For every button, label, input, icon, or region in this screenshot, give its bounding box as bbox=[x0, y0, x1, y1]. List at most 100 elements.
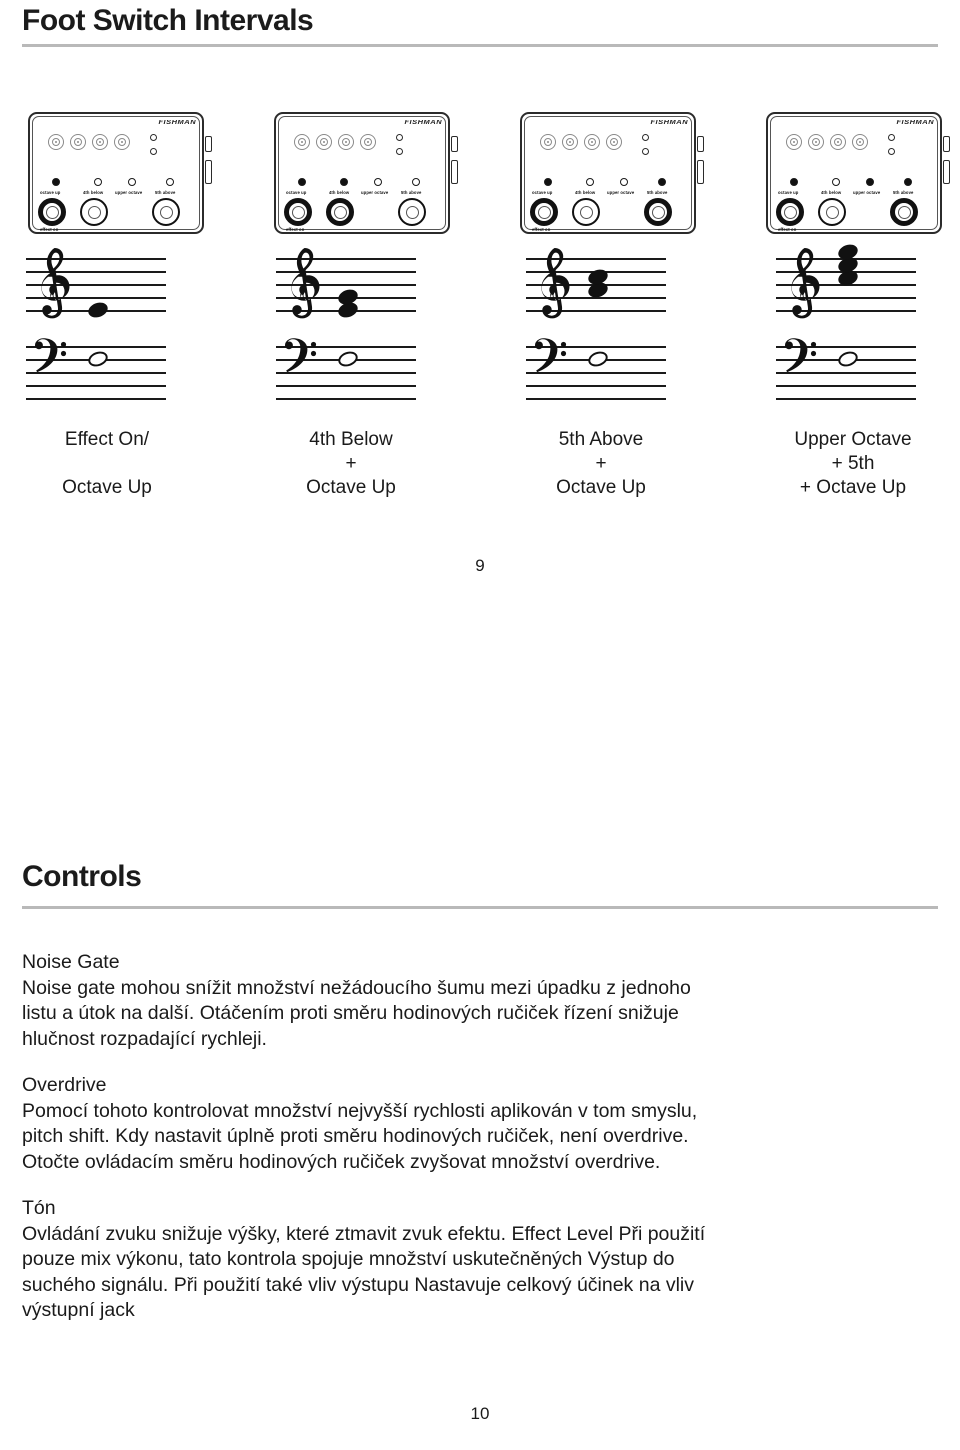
led-fourth-below bbox=[586, 178, 594, 186]
noise-gate-block: Noise Gate Noise gate mohou snížit množs… bbox=[22, 950, 722, 1052]
caption-line-1: 5th Above bbox=[558, 429, 644, 450]
led-fifth-above bbox=[412, 178, 420, 186]
label-effect-on: effect on bbox=[286, 227, 305, 232]
label-octave-up: octave up bbox=[286, 190, 307, 195]
pedal-side-jack-top bbox=[697, 136, 704, 152]
caption-line-2: + bbox=[595, 453, 607, 474]
bass-notehead bbox=[336, 349, 360, 369]
led-fifth-above bbox=[166, 178, 174, 186]
pedal-side-jack-bottom bbox=[943, 160, 950, 184]
footswitch-fourth-below[interactable] bbox=[818, 198, 846, 226]
treble-clef-icon bbox=[791, 248, 820, 319]
interval-caption-2: 4th Below + Octave Up bbox=[236, 428, 466, 500]
footswitch-fifth-above[interactable] bbox=[398, 198, 426, 226]
status-led-top bbox=[888, 134, 895, 141]
treble-clef-icon bbox=[291, 248, 320, 319]
led-fifth-above bbox=[658, 178, 666, 186]
pedal-2: FISHMAN octave up 4th below upper octave 5th… bbox=[268, 108, 458, 238]
label-octave-up: octave up bbox=[40, 190, 61, 195]
controls-title: Controls bbox=[22, 860, 142, 893]
footswitch-fourth-below[interactable] bbox=[326, 198, 354, 226]
noise-gate-title: Noise Gate bbox=[22, 951, 120, 973]
led-upper-octave bbox=[866, 178, 874, 186]
tone-body: Ovládání zvuku snižuje výšky, které ztma… bbox=[22, 1222, 706, 1322]
label-upper-octave: upper octave bbox=[115, 190, 143, 195]
pedal-jack-3 bbox=[338, 134, 354, 150]
staff-line bbox=[26, 385, 166, 387]
led-fifth-above bbox=[904, 178, 912, 186]
pedal-jack-1 bbox=[540, 134, 556, 150]
bass-notehead bbox=[836, 349, 860, 369]
bass-clef-icon bbox=[285, 338, 317, 373]
fishman-logo: FISHMAN bbox=[158, 120, 196, 126]
foot-switch-title: Foot Switch Intervals bbox=[22, 4, 314, 37]
treble-clef-icon bbox=[541, 248, 570, 319]
footswitch-fifth-above[interactable] bbox=[644, 198, 672, 226]
caption-line-2: + bbox=[345, 453, 357, 474]
label-effect-on: effect on bbox=[532, 227, 551, 232]
staff-line bbox=[26, 398, 166, 400]
pedal-jack-2 bbox=[70, 134, 86, 150]
pedal-jack-4 bbox=[360, 134, 376, 150]
label-upper-octave: upper octave bbox=[361, 190, 389, 195]
caption-line-1: 4th Below bbox=[309, 429, 393, 450]
led-octave-up bbox=[544, 178, 552, 186]
pedal-jack-2 bbox=[808, 134, 824, 150]
led-fourth-below bbox=[94, 178, 102, 186]
pedal-jack-2 bbox=[562, 134, 578, 150]
bass-clef-icon bbox=[35, 338, 67, 373]
interval-caption-1: Effect On/ Octave Up bbox=[0, 428, 222, 500]
top-page-number: 9 bbox=[475, 556, 485, 575]
pedal-jack-1 bbox=[294, 134, 310, 150]
footswitch-fourth-below[interactable] bbox=[80, 198, 108, 226]
interval-caption-3: 5th Above + Octave Up bbox=[486, 428, 716, 500]
staff-3 bbox=[526, 248, 726, 410]
footswitch-octave-up[interactable] bbox=[284, 198, 312, 226]
label-effect-on: effect on bbox=[40, 227, 59, 232]
footswitch-fourth-below[interactable] bbox=[572, 198, 600, 226]
pedal-jack-4 bbox=[852, 134, 868, 150]
noise-gate-body: Noise gate mohou snížit množství nežádou… bbox=[22, 976, 691, 1050]
label-fifth-above: 5th above bbox=[647, 190, 668, 195]
footswitch-octave-up[interactable] bbox=[776, 198, 804, 226]
caption-line-2 bbox=[0, 452, 222, 476]
led-upper-octave bbox=[128, 178, 136, 186]
pedal-side-jack-top bbox=[943, 136, 950, 152]
fishman-logo: FISHMAN bbox=[896, 120, 934, 126]
label-fourth-below: 4th below bbox=[575, 190, 596, 195]
controls-body-text: Noise Gate Noise gate mohou snížit množs… bbox=[22, 950, 722, 1324]
bass-clef-icon bbox=[785, 338, 817, 373]
footswitch-fifth-above[interactable] bbox=[152, 198, 180, 226]
led-upper-octave bbox=[374, 178, 382, 186]
interval-caption-row: Effect On/ Octave Up 4th Below + Octave Up 5… bbox=[0, 428, 960, 506]
status-led-bottom bbox=[888, 148, 895, 155]
staff-4 bbox=[776, 242, 960, 410]
staff-1 bbox=[26, 248, 226, 410]
bass-notehead bbox=[86, 349, 110, 369]
controls-divider bbox=[22, 906, 938, 909]
label-fifth-above: 5th above bbox=[155, 190, 176, 195]
staff-line bbox=[776, 398, 916, 400]
controls-heading: Controls bbox=[22, 860, 142, 893]
staff-line bbox=[526, 385, 666, 387]
status-led-bottom bbox=[150, 148, 157, 155]
caption-line-3: + Octave Up bbox=[799, 477, 907, 498]
footswitch-octave-up[interactable] bbox=[38, 198, 66, 226]
treble-notehead bbox=[86, 300, 110, 320]
footswitch-octave-up[interactable] bbox=[530, 198, 558, 226]
label-fifth-above: 5th above bbox=[893, 190, 914, 195]
pedal-jack-3 bbox=[92, 134, 108, 150]
led-octave-up bbox=[298, 178, 306, 186]
caption-line-3: Octave Up bbox=[556, 477, 646, 498]
led-octave-up bbox=[52, 178, 60, 186]
pedal-jack-1 bbox=[48, 134, 64, 150]
status-led-bottom bbox=[396, 148, 403, 155]
pedal-jack-4 bbox=[606, 134, 622, 150]
led-upper-octave bbox=[620, 178, 628, 186]
tone-block: Tón Ovládání zvuku snižuje výšky, které … bbox=[22, 1196, 722, 1324]
footswitch-fifth-above[interactable] bbox=[890, 198, 918, 226]
led-octave-up bbox=[790, 178, 798, 186]
staff-line bbox=[276, 398, 416, 400]
pedal-1: FISHMAN octave up 4th below upper octave 5th… bbox=[22, 108, 212, 238]
overdrive-title: Overdrive bbox=[22, 1074, 107, 1096]
